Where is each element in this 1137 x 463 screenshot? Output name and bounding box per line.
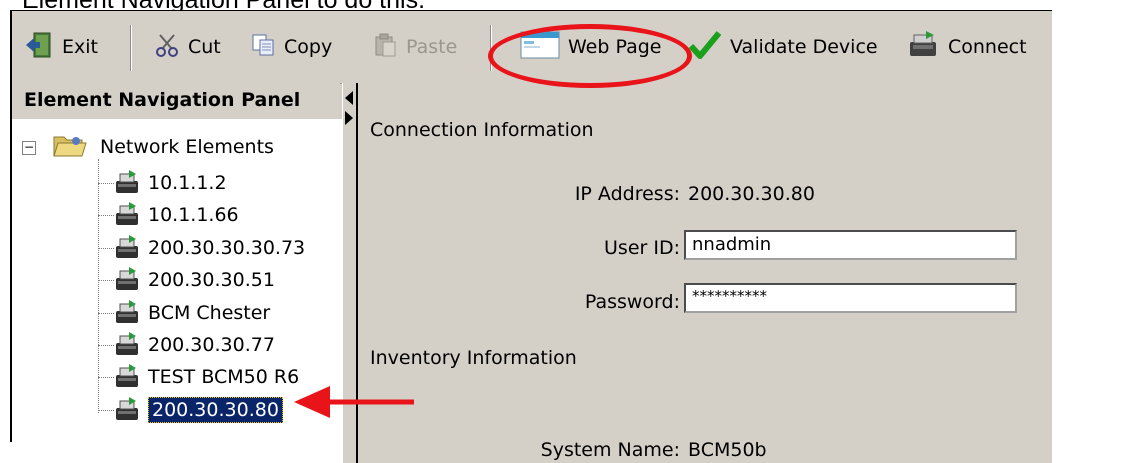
selection-pointer-arrow: [294, 386, 414, 418]
network-device-icon: [114, 170, 140, 196]
tree-item-label: 10.1.1.2: [148, 172, 227, 194]
exit-label: Exit: [62, 36, 98, 58]
inventory-info-heading: Inventory Information: [370, 347, 577, 369]
tree-item-label: TEST BCM50 R6: [148, 366, 300, 389]
tree-connector: [98, 345, 114, 346]
web-page-highlight-ring: [488, 24, 692, 88]
exit-door-icon: [24, 30, 54, 65]
password-label: Password:: [584, 291, 680, 313]
tree-connector: [98, 312, 114, 314]
tree-item[interactable]: 200.30.30.51: [114, 264, 275, 296]
tree-item-label: BCM Chester: [148, 301, 271, 324]
tree-connector: [98, 159, 99, 413]
tree-item[interactable]: 10.1.1.2: [114, 167, 227, 199]
tree-connector: [98, 377, 114, 379]
clipboard-icon: [372, 32, 398, 63]
network-device-icon: [114, 234, 140, 261]
tree-expander[interactable]: −: [22, 141, 36, 155]
tree-item[interactable]: 200.30.30.77: [114, 329, 275, 361]
cut-button[interactable]: Cut: [154, 29, 221, 65]
validate-device-label: Validate Device: [730, 36, 878, 58]
panel-title: Element Navigation Panel: [12, 83, 340, 119]
system-name-label: System Name:: [540, 439, 680, 461]
connect-button[interactable]: Connect: [906, 29, 1027, 65]
network-device-icon: [114, 299, 140, 326]
network-device-icon: [114, 202, 140, 228]
network-device-icon: [114, 396, 140, 423]
folder-icon: [52, 131, 88, 164]
user-id-label: User ID:: [604, 237, 680, 259]
exit-button[interactable]: Exit: [24, 29, 98, 65]
network-device-icon: [114, 267, 140, 293]
cut-label: Cut: [188, 36, 221, 58]
collapse-arrows-icon[interactable]: [343, 89, 357, 129]
toolbar-separator: [130, 25, 132, 71]
validate-device-button[interactable]: Validate Device: [688, 29, 878, 65]
connection-info-heading: Connection Information: [370, 119, 594, 141]
tree-item[interactable]: 200.30.30.80: [114, 394, 283, 426]
paste-button[interactable]: Paste: [372, 29, 457, 65]
paste-label: Paste: [406, 36, 458, 58]
copy-icon: [250, 32, 276, 63]
ip-address-label: IP Address:: [574, 183, 680, 205]
copy-label: Copy: [284, 36, 333, 58]
tree-item-label: 200.30.30.77: [148, 334, 275, 356]
tree-item-label: 200.30.30.51: [148, 269, 275, 292]
tree-item[interactable]: TEST BCM50 R6: [114, 361, 299, 393]
scissors-icon: [154, 32, 180, 63]
detail-panel: Connection Information IP Address: 200.3…: [358, 83, 1052, 463]
tree-connector: [98, 183, 114, 184]
tree-item-label: 200.30.30.30.73: [148, 236, 306, 259]
ip-address-value: 200.30.30.80: [688, 183, 815, 205]
tree-item[interactable]: BCM Chester: [114, 297, 270, 329]
tree-connector: [98, 247, 114, 249]
connect-label: Connect: [948, 36, 1027, 58]
network-device-icon: [114, 364, 140, 390]
tree-connector: [98, 409, 114, 411]
checkmark-icon: [688, 30, 722, 65]
tree-connector: [98, 215, 114, 217]
tree-root-network-elements[interactable]: Network Elements: [52, 131, 274, 163]
network-device-icon: [114, 332, 140, 358]
user-id-field[interactable]: nnadmin: [684, 230, 1017, 260]
tree-root-label: Network Elements: [100, 136, 274, 158]
tree-connector: [98, 280, 114, 282]
copy-button[interactable]: Copy: [250, 29, 332, 65]
device-connect-icon: [906, 30, 940, 65]
password-field[interactable]: **********: [684, 283, 1017, 313]
system-name-value: BCM50b: [688, 439, 767, 461]
tree-item[interactable]: 10.1.1.66: [114, 199, 239, 231]
tree-item-label: 10.1.1.66: [148, 204, 239, 227]
tree-item-label: 200.30.30.80: [148, 396, 283, 423]
tree-item[interactable]: 200.30.30.30.73: [114, 232, 305, 264]
